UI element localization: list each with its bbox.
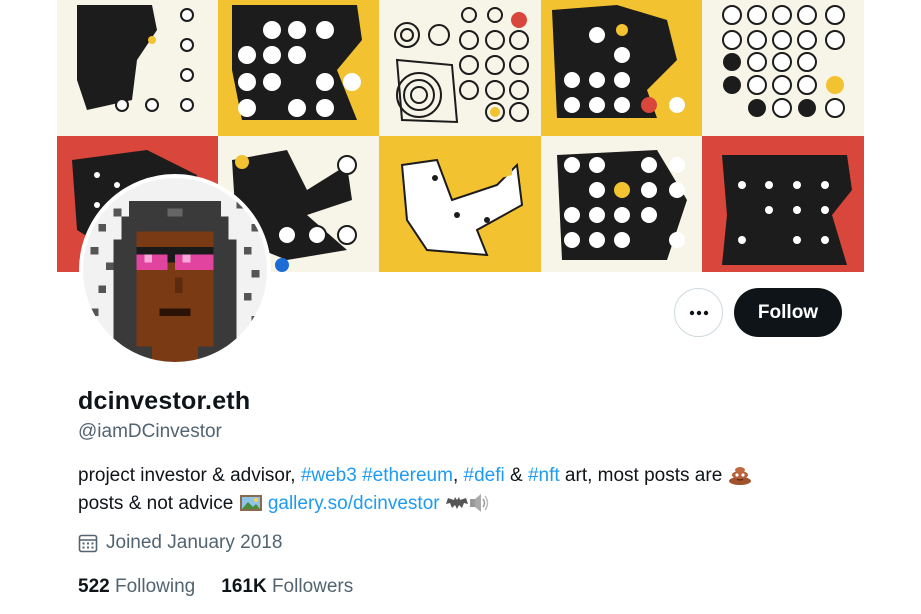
display-name: dcinvestor.eth [78, 387, 251, 415]
following-stat[interactable]: 522 Following [78, 576, 195, 598]
hashtag-web3[interactable]: #web3 [301, 465, 357, 486]
profile-bio: project investor & advisor, #web3 #ether… [78, 462, 838, 518]
followers-count: 161K [221, 576, 267, 597]
avatar[interactable] [79, 174, 271, 366]
hashtag-ethereum[interactable]: #ethereum [362, 465, 453, 486]
bat-emoji [445, 497, 468, 509]
ellipsis-icon [689, 310, 708, 315]
bio-text: project investor & advisor, [78, 465, 301, 486]
poop-emoji [728, 467, 751, 485]
follow-stats: 522 Following 161K Followers [78, 576, 353, 598]
bio-text: posts & not advice [78, 493, 239, 514]
gallery-link[interactable]: gallery.so/dcinvestor [268, 493, 440, 514]
following-count: 522 [78, 576, 110, 597]
bio-text: & [504, 465, 528, 486]
pixel-punk-avatar [83, 178, 267, 362]
calendar-icon [78, 534, 98, 553]
user-handle: @iamDCinvestor [78, 421, 222, 442]
bio-text: , [452, 465, 464, 486]
joined-text: Joined January 2018 [106, 532, 283, 553]
followers-stat[interactable]: 161K Followers [221, 576, 353, 598]
hashtag-nft[interactable]: #nft [528, 465, 560, 486]
follow-button[interactable]: Follow [734, 288, 842, 337]
following-label: Following [114, 576, 196, 597]
framed-picture-emoji [239, 495, 262, 511]
speaker-emoji [469, 494, 489, 512]
more-options-button[interactable] [674, 288, 723, 337]
bio-text: art, most posts are [559, 465, 728, 486]
joined-date: Joined January 2018 [78, 532, 282, 554]
hashtag-defi[interactable]: #defi [464, 465, 505, 486]
followers-label: Followers [271, 576, 354, 597]
